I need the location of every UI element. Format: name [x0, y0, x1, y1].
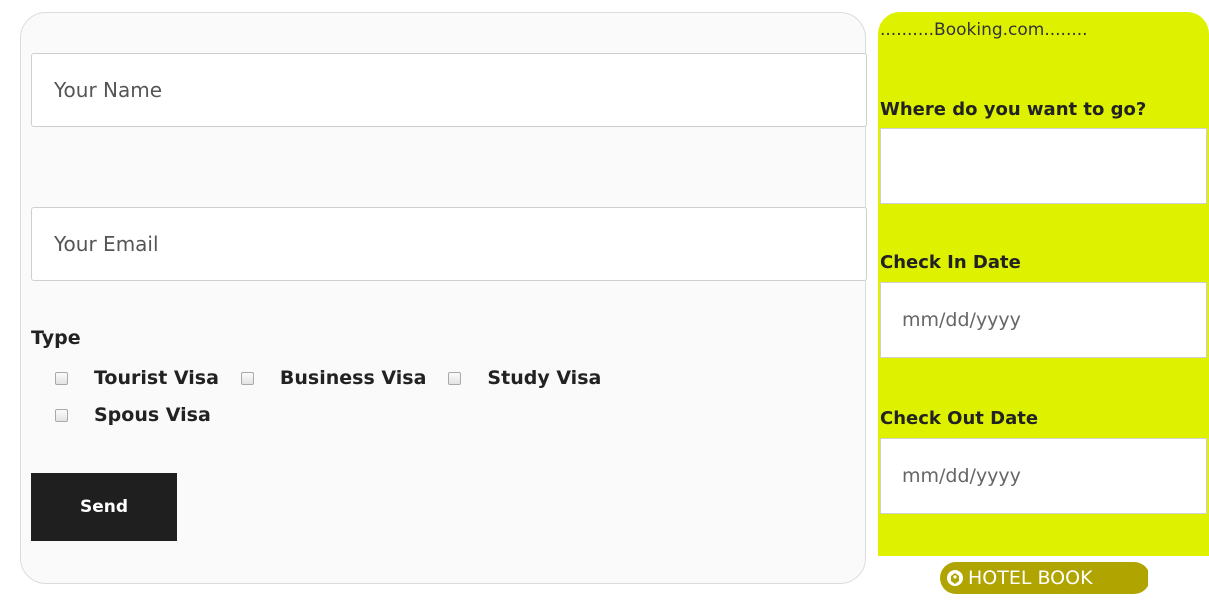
email-input[interactable]: [31, 207, 867, 281]
business-visa-checkbox[interactable]: [240, 371, 254, 385]
tourist-visa-label: Tourist Visa: [94, 367, 219, 389]
tourist-visa-checkbox[interactable]: [55, 371, 68, 385]
checkout-label: Check Out Date: [880, 408, 1039, 429]
visa-option-business[interactable]: Business Visa: [240, 367, 427, 389]
booking-title: ..........Booking.com........: [880, 20, 1088, 40]
spous-visa-checkbox[interactable]: [55, 408, 68, 422]
visa-option-spous[interactable]: Spous Visa: [55, 404, 211, 426]
send-button[interactable]: Send: [31, 473, 177, 541]
business-visa-label: Business Visa: [279, 367, 427, 389]
visa-option-study[interactable]: Study Visa: [448, 367, 601, 389]
booking-widget: ..........Booking.com........ Where do y…: [878, 12, 1209, 556]
checkout-date-input[interactable]: [880, 438, 1207, 514]
type-label: Type: [31, 327, 81, 349]
hotel-book-label: HOTEL BOOK: [968, 567, 1093, 589]
visa-type-row: Tourist Visa Business Visa Study Visa: [55, 367, 623, 389]
hotel-book-button[interactable]: HOTEL BOOK: [940, 562, 1148, 594]
name-input[interactable]: [31, 53, 867, 127]
page: Type Tourist Visa Business Visa Study Vi…: [0, 0, 1209, 600]
hotel-book-clip: HOTEL BOOK: [0, 556, 1148, 600]
checkin-date-input[interactable]: [880, 282, 1207, 358]
visa-option-tourist[interactable]: Tourist Visa: [55, 367, 219, 389]
destination-input[interactable]: [880, 128, 1207, 204]
visa-type-row: Spous Visa: [55, 404, 233, 426]
tag-icon: [946, 569, 964, 587]
study-visa-checkbox[interactable]: [448, 371, 462, 385]
study-visa-label: Study Visa: [487, 367, 602, 389]
spous-visa-label: Spous Visa: [94, 404, 211, 426]
contact-form-card: Type Tourist Visa Business Visa Study Vi…: [20, 12, 867, 584]
destination-label: Where do you want to go?: [880, 99, 1147, 120]
checkin-label: Check In Date: [880, 252, 1021, 273]
